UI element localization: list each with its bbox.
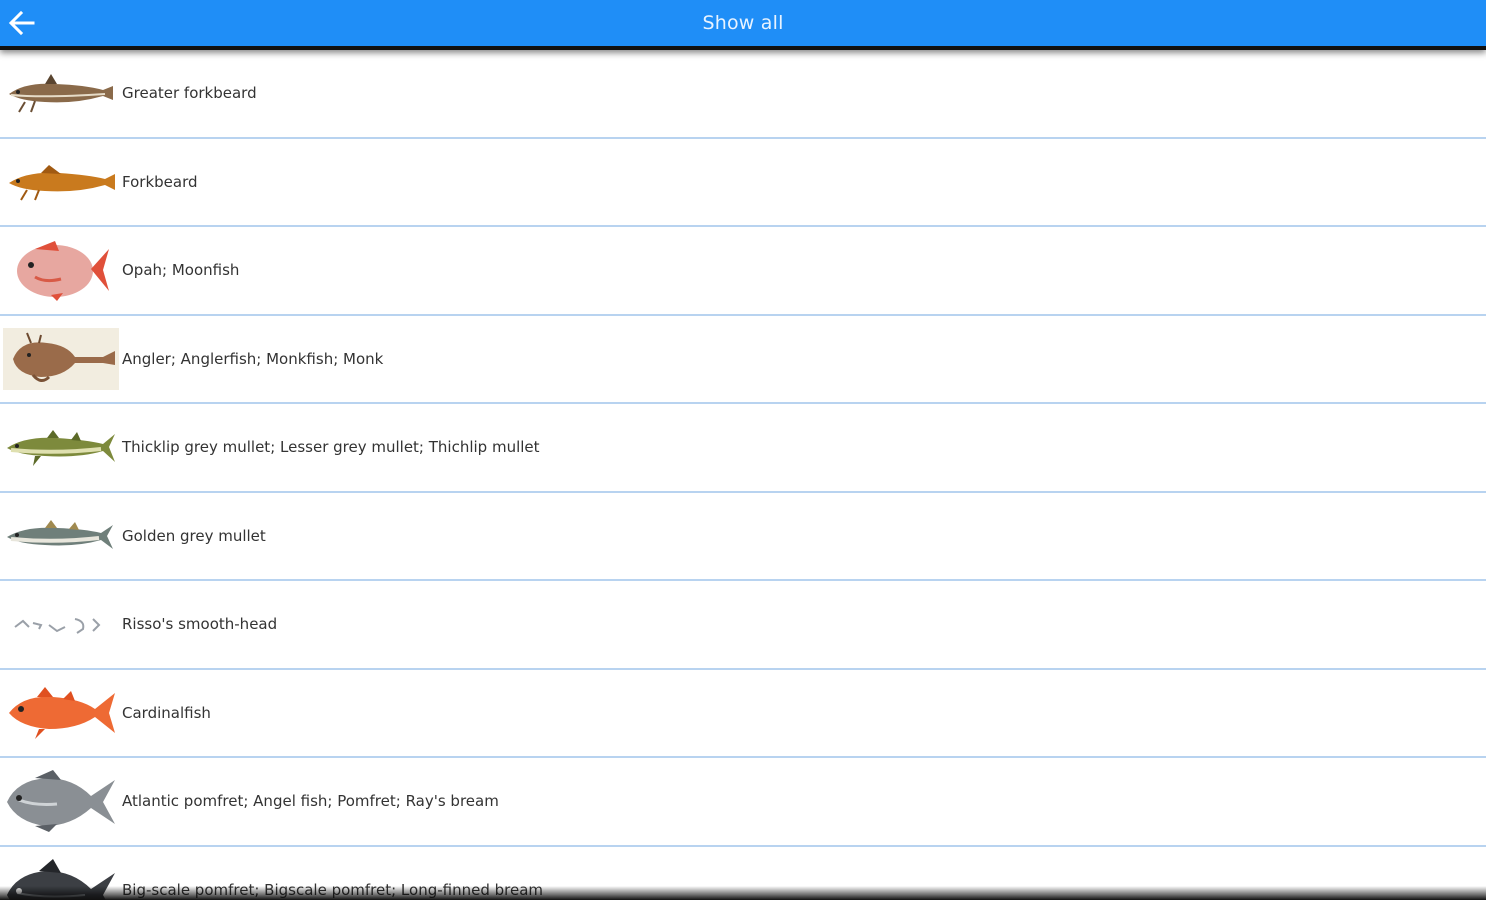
thicklip-mullet-fish-icon xyxy=(3,416,119,478)
smooth-head-fish-icon xyxy=(3,593,119,655)
page-title: Show all xyxy=(702,12,784,34)
list-item[interactable]: Cardinalfish xyxy=(0,669,1486,758)
list-item[interactable]: Forkbeard xyxy=(0,138,1486,227)
list-item[interactable]: Big-scale pomfret; Bigscale pomfret; Lon… xyxy=(0,846,1486,900)
fish-name-label: Golden grey mullet xyxy=(122,526,266,545)
app-screen: Show all Greater forkbeard Forkbeard Opa… xyxy=(0,0,1486,900)
angler-fish-icon xyxy=(3,327,119,390)
top-app-bar: Show all xyxy=(0,0,1486,50)
fish-name-label: Thicklip grey mullet; Lesser grey mullet… xyxy=(122,438,540,456)
opah-fish-icon xyxy=(3,239,119,301)
golden-grey-mullet-fish-icon xyxy=(3,505,119,567)
fish-name-label: Greater forkbeard xyxy=(122,84,257,102)
bigscale-pomfret-fish-icon xyxy=(3,858,119,900)
fish-name-label: Risso's smooth-head xyxy=(122,615,278,633)
fish-name-label: Cardinalfish xyxy=(122,703,211,722)
fish-name-label: Opah; Moonfish xyxy=(122,261,240,279)
list-item[interactable]: Angler; Anglerfish; Monkfish; Monk xyxy=(0,315,1486,404)
cardinalfish-fish-icon xyxy=(3,682,119,744)
list-item[interactable]: Atlantic pomfret; Angel fish; Pomfret; R… xyxy=(0,758,1486,847)
forkbeard-fish-icon xyxy=(3,151,119,213)
list-item[interactable]: Greater forkbeard xyxy=(0,50,1486,139)
fish-list[interactable]: Greater forkbeard Forkbeard Opah; Moonfi… xyxy=(0,50,1486,900)
list-item[interactable]: Opah; Moonfish xyxy=(0,227,1486,316)
list-item[interactable]: Golden grey mullet xyxy=(0,492,1486,581)
list-item[interactable]: Thicklip grey mullet; Lesser grey mullet… xyxy=(0,404,1486,493)
list-item[interactable]: Risso's smooth-head xyxy=(0,581,1486,670)
fish-name-label: Big-scale pomfret; Bigscale pomfret; Lon… xyxy=(122,880,544,899)
fish-name-label: Atlantic pomfret; Angel fish; Pomfret; R… xyxy=(122,792,499,810)
greater-forkbeard-fish-icon xyxy=(3,62,119,124)
fish-name-label: Forkbeard xyxy=(122,172,198,191)
atlantic-pomfret-fish-icon xyxy=(3,770,119,832)
fish-name-label: Angler; Anglerfish; Monkfish; Monk xyxy=(122,349,384,368)
